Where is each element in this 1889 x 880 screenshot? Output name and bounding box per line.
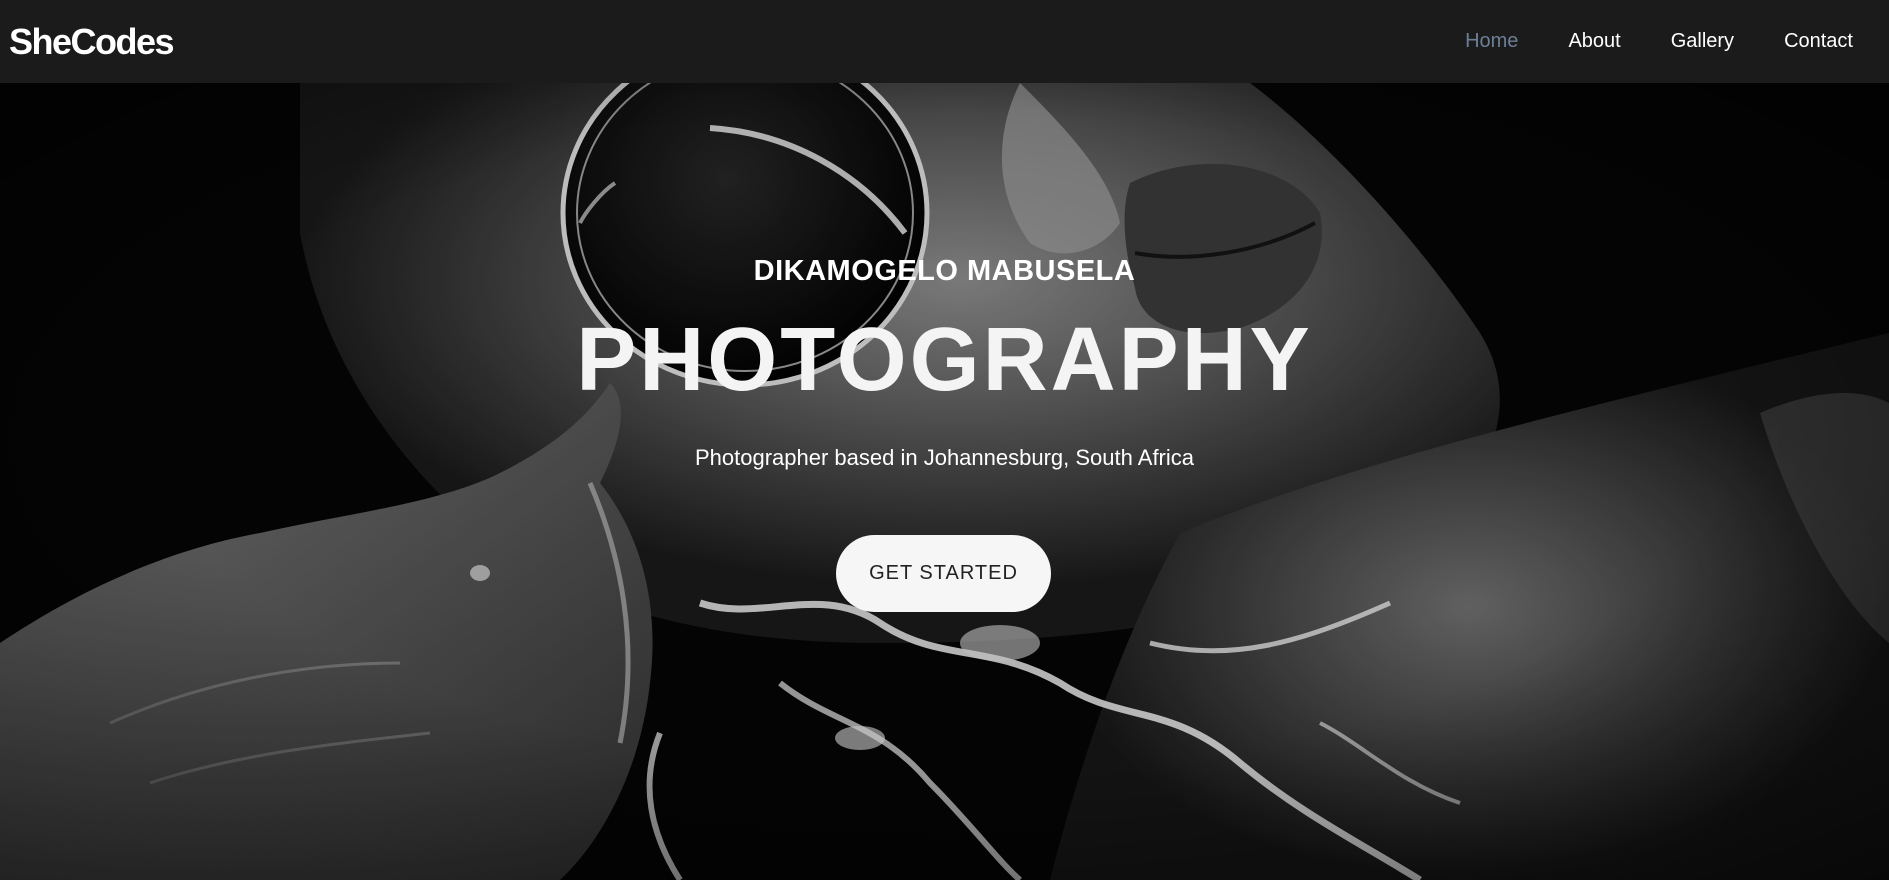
hero-content: DIKAMOGELO MABUSELA PHOTOGRAPHY Photogra… [0, 83, 1889, 880]
hero-section: DIKAMOGELO MABUSELA PHOTOGRAPHY Photogra… [0, 83, 1889, 880]
nav-link-home[interactable]: Home [1465, 30, 1518, 53]
brand-logo[interactable]: SheCodes [9, 17, 175, 67]
photographer-name: DIKAMOGELO MABUSELA [753, 255, 1136, 287]
nav-link-about[interactable]: About [1568, 30, 1620, 53]
hero-subtitle: Photographer based in Johannesburg, Sout… [694, 445, 1195, 470]
hero-title: PHOTOGRAPHY [576, 310, 1313, 410]
get-started-button[interactable]: GET STARTED [836, 535, 1051, 612]
navbar: SheCodes Home About Gallery Contact [0, 0, 1889, 83]
nav-links: Home About Gallery Contact [1465, 0, 1853, 83]
nav-link-gallery[interactable]: Gallery [1671, 30, 1734, 53]
nav-link-contact[interactable]: Contact [1784, 30, 1853, 53]
